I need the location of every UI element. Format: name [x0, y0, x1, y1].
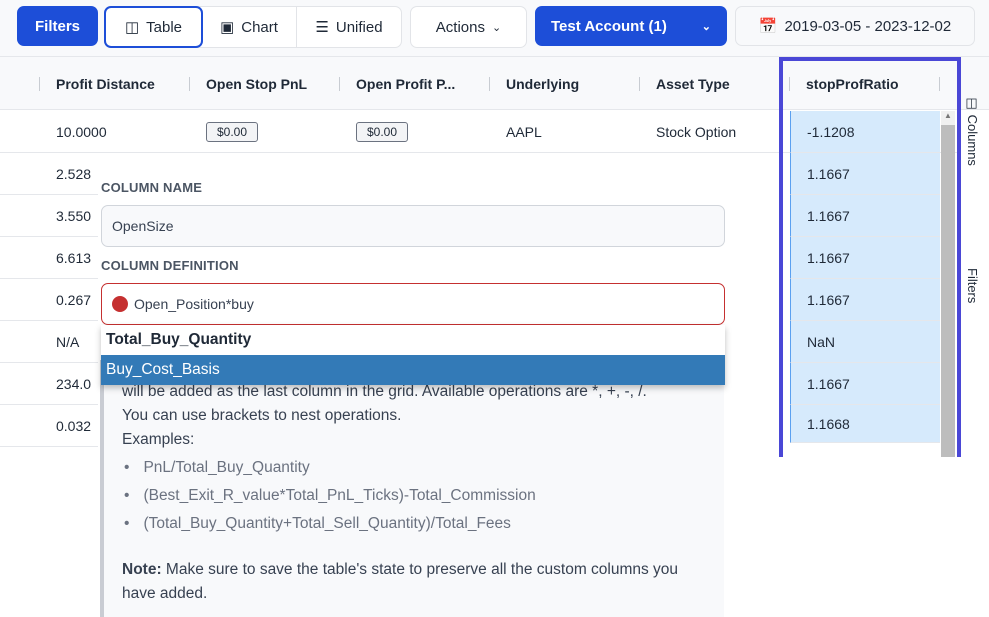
example-item: PnL/Total_Buy_Quantity [122, 454, 724, 482]
pnl-chip: $0.00 [356, 122, 409, 142]
error-dot-icon [112, 296, 128, 312]
cell: 0.032 [56, 418, 92, 434]
pnl-chip: $0.00 [206, 122, 259, 142]
column-header[interactable]: Open Profit P... [356, 57, 455, 110]
columns-side-tab[interactable]: ◫ Columns [965, 96, 980, 166]
account-label: Test Account (1) [551, 17, 667, 35]
cell: 3.550 [56, 208, 92, 224]
column-definition-input[interactable]: Open_Position*buy [101, 283, 725, 325]
help-text: will be added as the last column in the … [100, 360, 724, 617]
example-item: (Total_Buy_Quantity+Total_Sell_Quantity)… [122, 510, 724, 538]
examples-list: PnL/Total_Buy_Quantity (Best_Exit_R_valu… [122, 454, 724, 538]
tab-label: Chart [241, 18, 278, 36]
account-selector[interactable]: Test Account (1) ⌄ [535, 6, 727, 46]
cell: 234.0 [56, 376, 92, 392]
column-header[interactable]: Underlying [506, 57, 579, 110]
filters-button[interactable]: Filters [17, 6, 98, 46]
view-switcher: ◫ Table ▣ Chart ☰ Unified [104, 6, 402, 48]
tab-unified[interactable]: ☰ Unified [297, 7, 401, 47]
column-name-input[interactable]: OpenSize [101, 205, 725, 247]
columns-icon: ◫ [965, 96, 980, 115]
chevron-down-icon: ⌄ [701, 20, 711, 33]
help-line: You can use brackets to nest operations. [122, 407, 402, 424]
cell: 6.613 [56, 250, 92, 266]
suggestion-option[interactable]: Total_Buy_Quantity [101, 325, 725, 355]
date-range-value: 2019-03-05 - 2023-12-02 [784, 17, 952, 35]
autocomplete-dropdown: Total_Buy_Quantity Buy_Cost_Basis [101, 325, 725, 385]
tab-label: Table [146, 18, 183, 36]
column-name-label: COLUMN NAME [101, 180, 203, 195]
note-label: Note: [122, 561, 162, 578]
column-header[interactable]: Profit Distance [56, 57, 155, 110]
date-range-picker[interactable]: 📅 2019-03-05 - 2023-12-02 [735, 6, 975, 46]
examples-label: Examples: [122, 431, 195, 448]
cell: AAPL [506, 124, 542, 140]
table-row[interactable]: N/A [0, 321, 100, 363]
chevron-down-icon: ⌄ [491, 21, 502, 34]
cell: Stock Option [656, 124, 737, 140]
filters-side-tab[interactable]: Filters [965, 268, 980, 303]
tab-table[interactable]: ◫ Table [104, 6, 203, 48]
side-tab-label: Columns [965, 114, 980, 166]
table-row[interactable]: 0.267 [0, 279, 100, 321]
table-row[interactable]: 3.550 [0, 195, 100, 237]
cell: 2.528 [56, 166, 92, 182]
table-icon: ◫ [124, 19, 140, 36]
column-header[interactable]: Asset Type [656, 57, 730, 110]
actions-label: Actions [435, 18, 485, 36]
layers-icon: ☰ [315, 19, 329, 36]
tab-chart[interactable]: ▣ Chart [202, 7, 297, 47]
column-header[interactable]: Open Stop PnL [206, 57, 307, 110]
image-icon: ▣ [220, 19, 235, 36]
column-definition-label: COLUMN DEFINITION [101, 258, 239, 273]
cell: 10.0000 [56, 124, 107, 140]
cell: N/A [56, 334, 80, 350]
example-item: (Best_Exit_R_value*Total_PnL_Ticks)-Tota… [122, 482, 724, 510]
calendar-icon: 📅 [758, 18, 778, 35]
table-row[interactable]: 2.528 [0, 153, 100, 195]
note-text: Make sure to save the table's state to p… [122, 561, 679, 602]
cell: 0.267 [56, 292, 92, 308]
suggestion-option-selected[interactable]: Buy_Cost_Basis [101, 355, 725, 385]
table-row[interactable]: 6.613 [0, 237, 100, 279]
actions-dropdown[interactable]: Actions ⌄ [410, 6, 527, 48]
definition-value: Open_Position*buy [134, 296, 254, 312]
highlight-box [779, 57, 961, 457]
table-row[interactable]: 234.0 [0, 363, 100, 405]
table-row[interactable]: 0.032 [0, 405, 100, 447]
tab-label: Unified [335, 18, 383, 36]
